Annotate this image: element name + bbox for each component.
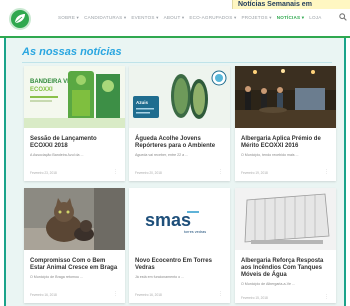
- news-excerpt: Águeda vai receber, entre 22 a ...: [135, 153, 189, 157]
- news-ticker[interactable]: Notícias Semanais em: [232, 0, 350, 9]
- news-title[interactable]: Albergaria Reforça Resposta aos Incêndio…: [241, 258, 331, 280]
- news-card[interactable]: Compromisso Com o Bem Estar Animal Cresc…: [24, 188, 125, 303]
- news-thumbnail-ecoxxi-poster[interactable]: BANDEIRA VERDE ECOXXI: [24, 66, 125, 128]
- nav-item-noticias[interactable]: NOTÍCIAS ▾: [277, 15, 305, 21]
- nav-item-eco-agrupados[interactable]: ECO-AGRUPADOS ▾: [189, 15, 236, 21]
- news-title[interactable]: Sessão de Lançamento ECOXXI 2018: [30, 136, 120, 150]
- search-icon[interactable]: [339, 13, 347, 21]
- news-date: Fevereiro 16, 2018: [135, 293, 162, 297]
- news-excerpt: O Município de Albergaria-a-Ve ...: [241, 282, 295, 286]
- news-card[interactable]: Albergaria Aplica Prémio de Mérito ECOXX…: [235, 66, 336, 181]
- news-card[interactable]: BANDEIRA VERDE ECOXXI Sessão de Lançamen…: [24, 66, 125, 181]
- news-excerpt: A Associação Bandeira Azul da ...: [30, 153, 84, 157]
- more-options-icon[interactable]: ⋮: [113, 291, 118, 297]
- news-title[interactable]: Compromisso Com o Bem Estar Animal Cresc…: [30, 258, 120, 272]
- more-options-icon[interactable]: ⋮: [113, 169, 118, 175]
- section-title: As nossas notícias: [22, 46, 122, 58]
- more-options-icon[interactable]: ⋮: [324, 169, 329, 175]
- smas-logo-subtitle: torres vedras: [184, 230, 206, 234]
- leaf-icon: [14, 14, 25, 24]
- news-thumbnail-jra-poster[interactable]: Azuis: [129, 66, 230, 128]
- news-date: Fevereiro 20, 2018: [135, 171, 162, 175]
- news-date: Fevereiro 19, 2018: [241, 171, 268, 175]
- main-nav: SOBRE ▾ CANDIDATURAS ▾ EVENTOS ▾ ABOUT ▾…: [58, 15, 322, 21]
- poster-brand: Azuis: [136, 100, 148, 105]
- site-logo[interactable]: [9, 8, 31, 30]
- section-divider: [22, 62, 332, 63]
- nav-item-candidaturas[interactable]: CANDIDATURAS ▾: [84, 15, 126, 21]
- nav-item-loja[interactable]: LOJA: [309, 15, 321, 21]
- top-bar: SOBRE ▾ CANDIDATURAS ▾ EVENTOS ▾ ABOUT ▾…: [0, 0, 350, 36]
- nav-item-sobre[interactable]: SOBRE ▾: [58, 15, 79, 21]
- news-excerpt: O Município, tendo recebido mais ...: [241, 153, 299, 157]
- news-date: Fevereiro 23, 2018: [30, 171, 57, 175]
- news-thumbnail-smas-logo[interactable]: smas torres vedras: [129, 188, 230, 250]
- more-options-icon[interactable]: ⋮: [218, 169, 223, 175]
- news-date: Fevereiro 15, 2018: [241, 296, 268, 300]
- smas-logo-text: smas: [145, 210, 191, 230]
- news-thumbnail-water-tanks[interactable]: [235, 188, 336, 250]
- news-thumbnail-stage-photo[interactable]: [235, 66, 336, 128]
- news-title[interactable]: Albergaria Aplica Prémio de Mérito ECOXX…: [241, 136, 331, 150]
- news-card[interactable]: Albergaria Reforça Resposta aos Incêndio…: [235, 188, 336, 303]
- news-title[interactable]: Águeda Acolhe Jovens Repórteres para o A…: [135, 136, 225, 150]
- nav-item-about[interactable]: ABOUT ▾: [164, 15, 185, 21]
- more-options-icon[interactable]: ⋮: [324, 294, 329, 300]
- nav-item-projetos[interactable]: PROJETOS ▾: [241, 15, 271, 21]
- nav-item-eventos[interactable]: EVENTOS ▾: [131, 15, 158, 21]
- more-options-icon[interactable]: ⋮: [218, 291, 223, 297]
- news-excerpt: Já está em funcionamento o ...: [135, 275, 185, 279]
- news-thumbnail-cats-photo[interactable]: [24, 188, 125, 250]
- news-title[interactable]: Novo Ecocentro Em Torres Vedras: [135, 258, 225, 272]
- news-excerpt: O Município de Braga retomou ...: [30, 275, 83, 279]
- news-date: Fevereiro 16, 2018: [30, 293, 57, 297]
- poster-brand: ECOXXI: [30, 87, 53, 93]
- news-card[interactable]: Azuis Águeda Acolhe Jovens Repórteres pa…: [129, 66, 230, 181]
- news-card[interactable]: smas torres vedras Novo Ecocentro Em Tor…: [129, 188, 230, 303]
